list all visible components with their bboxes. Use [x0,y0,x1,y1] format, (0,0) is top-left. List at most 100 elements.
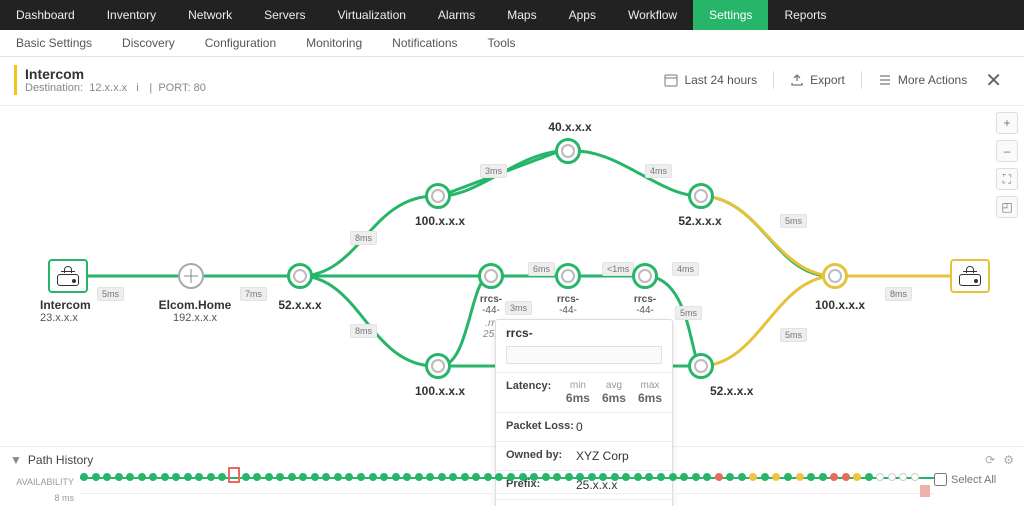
timerange-button[interactable]: Last 24 hours [654,73,767,87]
availability-dot[interactable] [657,473,665,481]
endpoint-node[interactable] [950,259,990,293]
subnav-item[interactable]: Configuration [205,36,276,50]
availability-dot[interactable] [172,473,180,481]
hop-node[interactable] [555,263,581,289]
availability-dot[interactable] [507,473,515,481]
availability-dot[interactable] [403,473,411,481]
availability-dot[interactable] [680,473,688,481]
availability-dot[interactable] [519,473,527,481]
close-button[interactable]: ✕ [977,68,1010,93]
nav-item[interactable]: Servers [248,0,321,30]
hop-node[interactable] [688,183,714,209]
availability-dot[interactable] [530,473,538,481]
availability-dot[interactable] [703,473,711,481]
availability-dot[interactable] [161,473,169,481]
availability-dot[interactable] [357,473,365,481]
availability-dot[interactable] [622,473,630,481]
more-actions-button[interactable]: More Actions [868,73,977,87]
availability-dot[interactable] [92,473,100,481]
availability-dot[interactable] [265,473,273,481]
topology-canvas[interactable]: 5ms 7ms 8ms 3ms 3ms 6ms <1ms 4ms 4ms 8ms… [0,106,1024,446]
fullscreen-button[interactable]: ⛶ [996,168,1018,190]
availability-dot[interactable] [184,473,192,481]
availability-dot[interactable] [484,473,492,481]
availability-dot[interactable] [195,473,203,481]
availability-dot[interactable] [784,473,792,481]
endpoint-node[interactable] [48,259,88,293]
nav-item[interactable]: Reports [768,0,842,30]
availability-dot[interactable] [149,473,157,481]
zoom-out-button[interactable]: – [996,140,1018,162]
availability-dot[interactable] [461,473,469,481]
tooltip-input[interactable] [506,346,662,364]
availability-dot[interactable] [842,473,850,481]
availability-dot[interactable] [565,473,573,481]
nav-item[interactable]: Alarms [422,0,491,30]
availability-dot[interactable] [634,473,642,481]
availability-dot[interactable] [692,473,700,481]
subnav-item[interactable]: Monitoring [306,36,362,50]
availability-dot[interactable] [807,473,815,481]
subnav-item[interactable]: Tools [488,36,516,50]
availability-dot[interactable] [553,473,561,481]
zoom-in-button[interactable]: + [996,112,1018,134]
subnav-item[interactable]: Basic Settings [16,36,92,50]
availability-dot[interactable] [288,473,296,481]
availability-dot[interactable] [749,473,757,481]
nav-item[interactable]: Network [172,0,248,30]
settings-icon[interactable]: ⚙ [1003,453,1014,467]
router-node[interactable] [178,263,204,289]
availability-dot[interactable] [472,473,480,481]
availability-lane[interactable] [80,471,934,499]
availability-dot[interactable] [761,473,769,481]
nav-item[interactable]: Dashboard [0,0,91,30]
nav-item[interactable]: Apps [553,0,612,30]
availability-dot[interactable] [369,473,377,481]
nav-item[interactable]: Workflow [612,0,693,30]
availability-dot[interactable] [207,473,215,481]
availability-dot[interactable] [80,473,88,481]
availability-dot[interactable] [819,473,827,481]
availability-dot[interactable] [888,473,896,481]
availability-dot[interactable] [495,473,503,481]
hop-node[interactable] [688,353,714,379]
fit-button[interactable]: ◰ [996,196,1018,218]
availability-dot[interactable] [876,473,884,481]
nav-item[interactable]: Inventory [91,0,172,30]
availability-dot[interactable] [599,473,607,481]
nav-item[interactable]: Virtualization [321,0,421,30]
hop-node[interactable] [478,263,504,289]
availability-dot[interactable] [576,473,584,481]
availability-dot[interactable] [772,473,780,481]
availability-dot[interactable] [334,473,342,481]
availability-dot[interactable] [380,473,388,481]
availability-dot[interactable] [311,473,319,481]
availability-dot[interactable] [588,473,596,481]
availability-dot[interactable] [853,473,861,481]
availability-dot[interactable] [438,473,446,481]
availability-dot[interactable] [542,473,550,481]
availability-dot[interactable] [276,473,284,481]
availability-dot[interactable] [738,473,746,481]
availability-dot[interactable] [715,473,723,481]
subnav-item[interactable]: Notifications [392,36,457,50]
availability-dot[interactable] [865,473,873,481]
availability-dot[interactable] [103,473,111,481]
availability-dot[interactable] [115,473,123,481]
availability-dot[interactable] [426,473,434,481]
select-all-checkbox[interactable]: Select All [934,473,1014,486]
availability-dot[interactable] [796,473,804,481]
availability-dot[interactable] [138,473,146,481]
availability-dot[interactable] [299,473,307,481]
availability-dot[interactable] [218,473,226,481]
availability-dot[interactable] [126,473,134,481]
export-button[interactable]: Export [780,73,855,87]
refresh-icon[interactable]: ⟳ [985,453,995,467]
hop-node[interactable] [555,138,581,164]
availability-dot[interactable] [830,473,838,481]
availability-dot[interactable] [253,473,261,481]
availability-dot[interactable] [726,473,734,481]
availability-dot[interactable] [911,473,919,481]
availability-dot[interactable] [242,473,250,481]
availability-dot[interactable] [645,473,653,481]
